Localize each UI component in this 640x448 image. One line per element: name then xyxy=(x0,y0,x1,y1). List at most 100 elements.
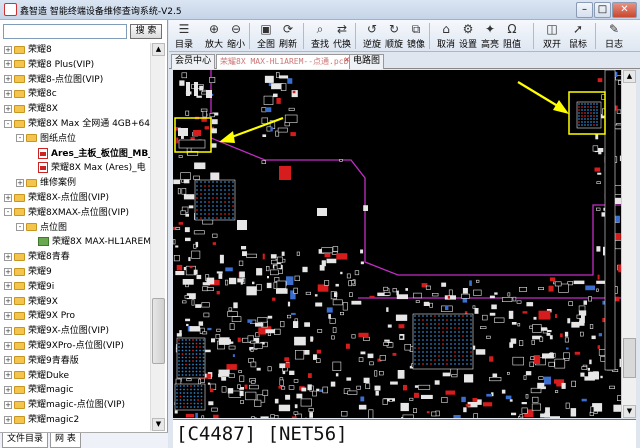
tree-folder-item[interactable]: + 荣耀magic xyxy=(4,383,73,397)
toolbar-highlight-button[interactable]: ✦ 高亮 xyxy=(479,21,501,51)
expand-toggle-icon[interactable]: - xyxy=(16,134,24,143)
bga-ball xyxy=(176,392,178,394)
expand-toggle-icon[interactable]: + xyxy=(4,385,12,394)
expand-toggle-icon[interactable]: + xyxy=(4,415,12,424)
toolbar-zoom-in-button[interactable]: ⊕ 放大 xyxy=(203,21,225,51)
tree-folder-item[interactable]: + 荣耀8-点位图(VIP) xyxy=(4,73,103,87)
tab-netlist[interactable]: 网 表 xyxy=(50,433,81,448)
bga-ball xyxy=(200,402,203,405)
bga-ball xyxy=(190,385,192,387)
board-scroll-down[interactable]: ▼ xyxy=(623,405,636,418)
pcb-pad xyxy=(501,389,506,394)
expand-toggle-icon[interactable]: + xyxy=(4,89,12,98)
pcb-canvas[interactable] xyxy=(173,70,621,418)
toolbar-resistance-button[interactable]: Ω 阻值 xyxy=(501,21,523,51)
tree-folder-item[interactable]: + 维修案例 xyxy=(16,176,76,190)
tree-folder-item[interactable]: + 荣耀8 xyxy=(4,43,52,57)
board-scroll-up[interactable]: ▲ xyxy=(623,70,636,83)
bga-ball xyxy=(204,185,206,187)
tab-pcb-file[interactable]: 荣耀8X MAX-HL1AREM--点通.pcb xyxy=(216,54,353,69)
tab-schematic[interactable]: 电路图 xyxy=(349,54,385,69)
tree-folder-item[interactable]: + 荣耀magic-点位图(VIP) xyxy=(4,398,125,412)
toolbar-settings-button[interactable]: ⚙ 设置 xyxy=(457,21,479,51)
expand-toggle-icon[interactable]: + xyxy=(4,267,12,276)
pcb-pad xyxy=(538,376,544,380)
board-scrollbar[interactable]: ▲ ▼ xyxy=(621,70,636,418)
tree-pdf-item[interactable]: 荣耀8X Max (Ares)_电 xyxy=(28,161,146,175)
pcb-pad xyxy=(360,351,366,355)
search-button[interactable]: 搜 索 xyxy=(130,24,162,39)
expand-toggle-icon[interactable]: + xyxy=(4,60,12,69)
maximize-button[interactable]: □ xyxy=(594,2,611,18)
tree-folder-item[interactable]: + 荣耀9i xyxy=(4,280,54,294)
expand-toggle-icon[interactable]: + xyxy=(4,311,12,320)
expand-toggle-icon[interactable]: - xyxy=(4,208,12,217)
tree-folder-item[interactable]: + 荣耀8X xyxy=(4,102,58,116)
tree-folder-item[interactable]: + 荣耀8青春 xyxy=(4,250,70,264)
expand-toggle-icon[interactable]: + xyxy=(4,104,12,113)
expand-toggle-icon[interactable]: + xyxy=(4,193,12,202)
tab-file-directory[interactable]: 文件目录 xyxy=(2,433,49,448)
tree-pdf-item[interactable]: Ares_主板_板位图_MB_V xyxy=(28,147,150,161)
tree-folder-item[interactable]: + 荣耀9X xyxy=(4,295,58,309)
toolbar-split-button[interactable]: ◫ 双开 xyxy=(541,21,563,51)
toolbar-cancel-button[interactable]: ⌂ 取消 xyxy=(435,21,457,51)
toolbar-mirror-button[interactable]: ⧉ 镜像 xyxy=(405,21,427,51)
tree-folder-item[interactable]: - 点位图 xyxy=(16,221,67,235)
pcb-pad xyxy=(212,233,218,238)
toolbar-replace-button[interactable]: ⇄ 代换 xyxy=(331,21,353,51)
scroll-thumb[interactable] xyxy=(152,298,165,364)
scroll-up-arrow[interactable]: ▲ xyxy=(152,43,165,56)
toolbar-rotate-ccw-button[interactable]: ↺ 逆旋 xyxy=(361,21,383,51)
tree-folder-item[interactable]: + 荣耀8c xyxy=(4,87,57,101)
close-button[interactable]: ✕ xyxy=(612,2,637,18)
tree-folder-item[interactable]: + 荣耀9 xyxy=(4,265,52,279)
bga-ball xyxy=(212,185,214,187)
expand-toggle-icon[interactable]: - xyxy=(4,119,12,128)
pcb-pad xyxy=(568,301,574,306)
tree-folder-item[interactable]: + 荣耀9X-点位图(VIP) xyxy=(4,324,109,338)
expand-toggle-icon[interactable]: + xyxy=(4,297,12,306)
toolbar-rotate-cw-button[interactable]: ↻ 顺旋 xyxy=(383,21,405,51)
toolbar-mouse-button[interactable]: ➚ 鼠标 xyxy=(567,21,589,51)
minimize-button[interactable]: – xyxy=(576,2,593,18)
tree-folder-item[interactable]: + 荣耀Duke xyxy=(4,369,69,383)
tree-folder-item[interactable]: + 荣耀9XPro-点位图(VIP) xyxy=(4,339,124,353)
toolbar-find-button[interactable]: ⌕ 查找 xyxy=(309,21,331,51)
expand-toggle-icon[interactable]: + xyxy=(4,326,12,335)
expand-toggle-icon[interactable]: - xyxy=(16,223,24,232)
bga-ball xyxy=(181,339,184,341)
scroll-down-arrow[interactable]: ▼ xyxy=(152,418,165,431)
expand-toggle-icon[interactable]: + xyxy=(4,252,12,261)
tree-folder-item[interactable]: + 荣耀9青春版 xyxy=(4,354,79,368)
tree-folder-item[interactable]: - 荣耀8XMAX-点位图(VIP) xyxy=(4,206,129,220)
pcb-board-view[interactable] xyxy=(173,70,621,418)
tree-folder-item[interactable]: - 图纸点位 xyxy=(16,132,76,146)
board-scroll-thumb[interactable] xyxy=(623,338,636,378)
tree-folder-item[interactable]: + 荣耀8X-点位图(VIP) xyxy=(4,191,109,205)
expand-toggle-icon[interactable]: + xyxy=(4,356,12,365)
tree-scrollbar[interactable]: ▲ ▼ xyxy=(150,43,165,431)
tab-member-center[interactable]: 会员中心 xyxy=(171,54,216,69)
tree-folder-item[interactable]: + 荣耀9X Pro xyxy=(4,309,75,323)
expand-toggle-icon[interactable]: + xyxy=(16,178,24,187)
expand-toggle-icon[interactable]: + xyxy=(4,75,12,84)
pcb-pad xyxy=(204,126,209,130)
toolbar-fit-button[interactable]: ▣ 全图 xyxy=(255,21,277,51)
toolbar-refresh-button[interactable]: ⟳ 刷新 xyxy=(277,21,299,51)
toolbar-zoom-out-button[interactable]: ⊖ 缩小 xyxy=(225,21,247,51)
expand-toggle-icon[interactable]: + xyxy=(4,341,12,350)
tree-pcb-item[interactable]: 荣耀8X MAX-HL1AREM xyxy=(28,235,150,249)
tree-folder-item[interactable]: + 荣耀8 Plus(VIP) xyxy=(4,58,94,72)
pcb-pad xyxy=(238,370,242,373)
toolbar-list-button[interactable]: ☰ 目录 xyxy=(173,21,195,51)
expand-toggle-icon[interactable]: + xyxy=(4,400,12,409)
tree-folder-item[interactable]: - 荣耀8X Max 全网通 4GB+64G xyxy=(4,117,150,131)
expand-toggle-icon[interactable]: + xyxy=(4,282,12,291)
expand-toggle-icon[interactable]: + xyxy=(4,371,12,380)
expand-toggle-icon[interactable]: + xyxy=(4,45,12,54)
tree-folder-item[interactable]: + 荣耀magic2 xyxy=(4,413,79,427)
search-input[interactable] xyxy=(3,24,127,39)
toolbar-log-button[interactable]: ✎ 日志 xyxy=(603,21,625,51)
bga-ball xyxy=(446,327,448,329)
